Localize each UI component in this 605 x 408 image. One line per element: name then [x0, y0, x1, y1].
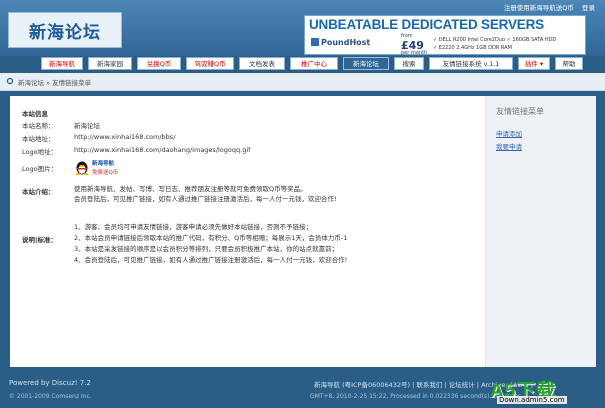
note-1: 1、游客、会员均可申请友情链接，游客申请必须先做好本站链接，否则不予链接； — [74, 223, 313, 231]
register-link[interactable]: 注册使用新海导航送Q币 — [504, 4, 574, 12]
ad-brand: PoundHost — [311, 38, 370, 47]
section-title: 本站信息 — [22, 110, 48, 118]
intro-label: 本站介绍： — [22, 188, 55, 196]
note-3: 3、本站是采发链接的顺序是以会员积分等排列，只要会员积极推广本站，你的站点就靠前… — [74, 245, 339, 253]
note-2: 2、本站会员申请链接后领取本站的推广代码，有积分、Q币等相赠；每展示1天，会员体… — [74, 234, 348, 242]
site-name-label: 本站名称： — [22, 122, 55, 130]
header: 注册使用新海导航送Q币 登录 新海论坛 UNBEATABLE DEDICATED… — [0, 0, 605, 56]
sidebar-link-apply-add[interactable]: 申请添加 — [496, 128, 522, 138]
intro-line-2: 会员登陆后，可见推广链接，如有人通过推广链接注册激活后，每一人付一元钱，欢迎合作… — [74, 195, 337, 203]
nav-item-help[interactable]: 帮助 — [555, 57, 583, 70]
watermark-url: Down.admin5.com — [497, 396, 567, 404]
breadcrumb-home[interactable]: 新海论坛 — [18, 79, 44, 87]
ad-specs: ✓ DELL R200 Intel Core2Duo ✓ 160GB SATA … — [433, 37, 557, 51]
nav-item-exchange-qb[interactable]: 兑换Q币 — [137, 57, 181, 70]
copyright: © 2001-2009 Comsenz Inc. — [9, 393, 92, 400]
sidebar: 友情链接菜单 申请添加 我要申请 — [485, 96, 596, 367]
qq-penguin-icon — [75, 161, 89, 175]
logo-badge-title: 新海导航 — [92, 161, 115, 167]
poundhost-logo-icon — [311, 38, 319, 46]
notes-label: 说明|标准： — [22, 236, 57, 244]
site-url-label: 本站地址： — [22, 135, 55, 143]
top-links: 注册使用新海导航送Q币 登录 — [498, 2, 595, 12]
note-4: 4、会员登陆后，可见推广链接，如有人通过推广链接注册激活后，每一人付一元钱，欢迎… — [74, 256, 348, 264]
logo-url-value[interactable]: http://www.xinhai168.com/daohang/images/… — [74, 146, 250, 154]
nav-item-promo[interactable]: 推广中心 — [290, 57, 338, 70]
site-name-value: 新海论坛 — [74, 122, 100, 130]
breadcrumb: 新海论坛 » 友情链接菜单 — [0, 73, 605, 91]
nav-item-forum[interactable]: 新海论坛 — [343, 57, 389, 70]
nav-item-docs[interactable]: 文档发表 — [239, 57, 285, 70]
nav-item-earn-qb[interactable]: 驾驭赚Q币 — [186, 57, 234, 70]
site-logo[interactable]: 新海论坛 — [8, 12, 122, 48]
nav-item-search[interactable]: 搜索 — [394, 57, 424, 70]
login-link[interactable]: 登录 — [582, 4, 595, 12]
breadcrumb-current: 友情链接菜单 — [52, 79, 92, 87]
nav-item-friendlinks[interactable]: 友情链接系统 v.1.1 — [429, 57, 513, 70]
powered-by[interactable]: Powered by Discuz! 7.2 — [9, 379, 91, 387]
logo-image-label: Logo图片： — [22, 165, 58, 173]
nav-item-plugins[interactable]: 插件 ▾ — [518, 57, 550, 70]
main-nav: 新海导航 新海家园 兑换Q币 驾驭赚Q币 文档发表 推广中心 新海论坛 搜索 友… — [0, 56, 605, 72]
forum-home-icon — [6, 77, 14, 85]
intro-line-1: 使用新海导航、发帖、写博、写日志、推荐朋友注册等就可免费领取Q币等奖品。 — [74, 185, 307, 193]
sidebar-link-i-apply[interactable]: 我要申请 — [496, 141, 522, 151]
logo-badge-sub: 免费送Q币 — [92, 170, 119, 176]
banner-ad[interactable]: UNBEATABLE DEDICATED SERVERS PoundHost f… — [304, 15, 586, 56]
sidebar-title: 友情链接菜单 — [496, 107, 544, 116]
ad-title: UNBEATABLE DEDICATED SERVERS — [309, 17, 544, 32]
main-panel: 本站信息 本站名称： 新海论坛 本站地址： http://www.xinhai1… — [10, 96, 596, 367]
logo-url-label: Logo地址： — [22, 148, 58, 156]
nav-item-xinhai-nav[interactable]: 新海导航 — [41, 57, 83, 70]
site-url-value[interactable]: http://www.xinhai168.com/bbs/ — [74, 133, 175, 141]
nav-item-xinhai-home[interactable]: 新海家园 — [88, 57, 132, 70]
ad-price: from £49 per month — [401, 33, 428, 56]
